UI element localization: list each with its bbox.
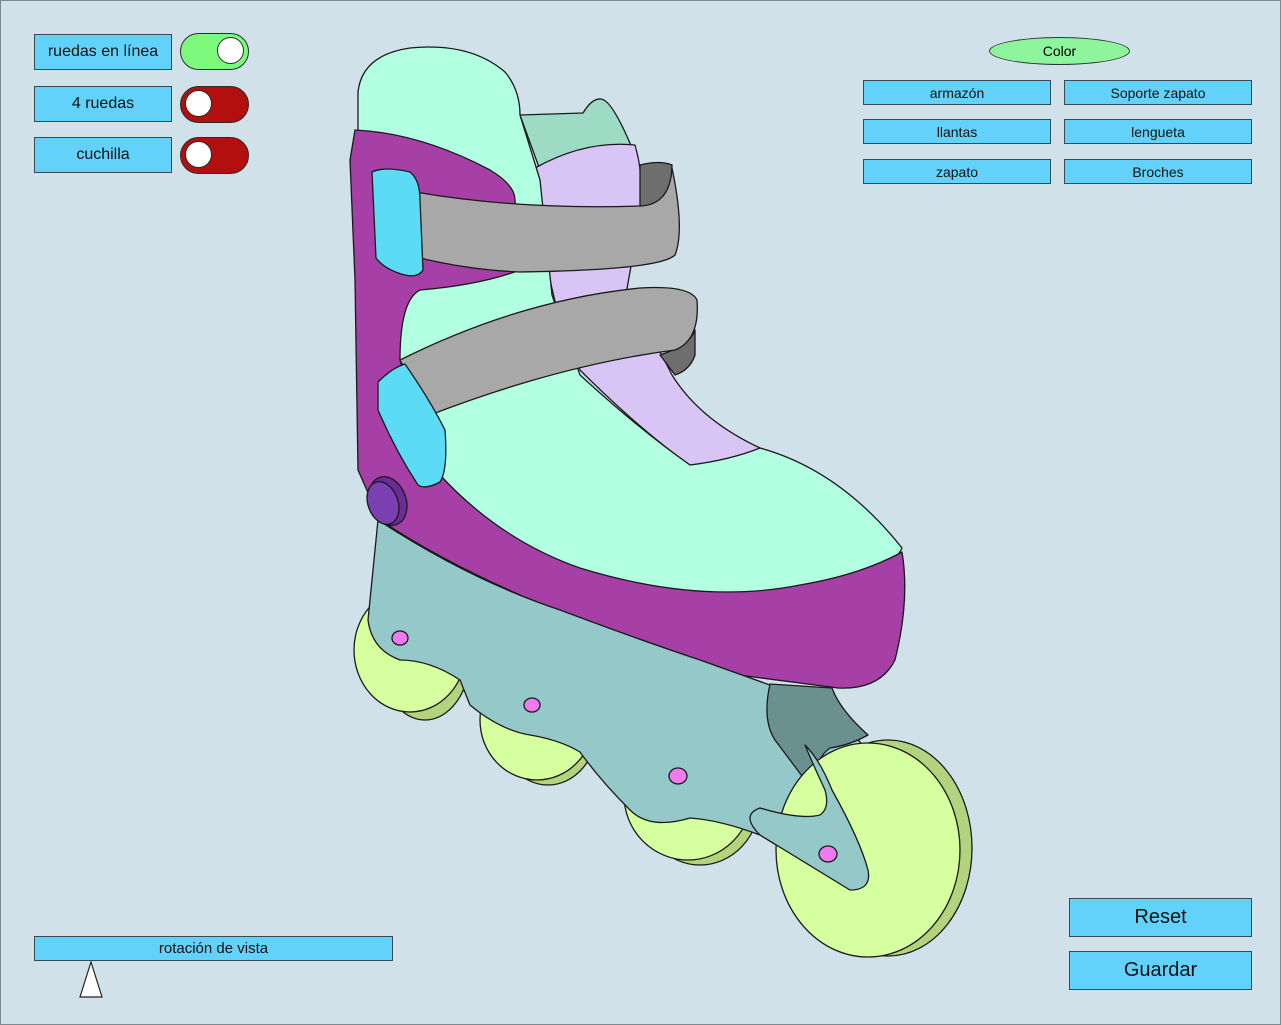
buckle-upper[interactable] [371,168,424,277]
inline-skate-illustration [349,46,973,958]
bolt [523,697,541,713]
bolt [818,845,838,863]
bolt [391,630,409,646]
bolt [668,767,688,785]
